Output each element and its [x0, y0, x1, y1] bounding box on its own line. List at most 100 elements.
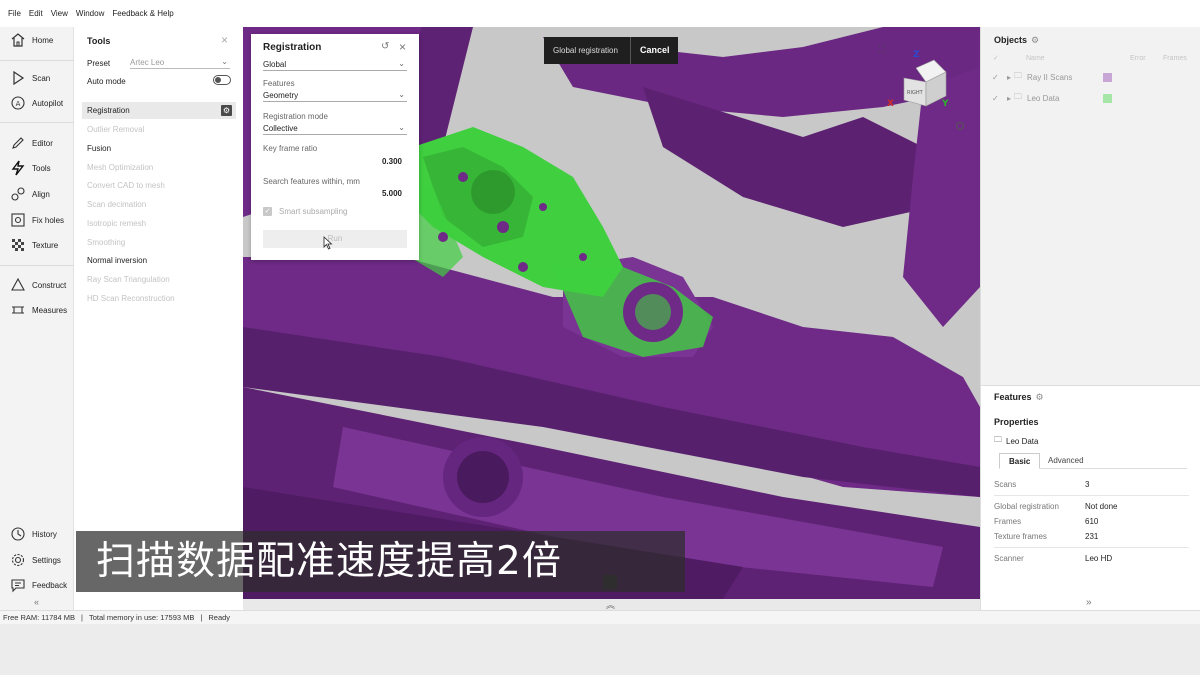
menu-view[interactable]: View — [47, 9, 72, 18]
video-subtitle: 扫描数据配准速度提高2倍 — [76, 531, 685, 592]
axis-z-label: Z — [913, 50, 920, 60]
expand-icon[interactable]: ▸ — [1007, 94, 1011, 103]
object-row[interactable]: ✓ ▸ 🗀 Leo Data — [981, 88, 1200, 108]
nav-settings[interactable]: Settings — [0, 549, 74, 571]
tool-convert-cad: Convert CAD to mesh — [87, 181, 165, 190]
global-registration-banner: Global registration Cancel — [544, 37, 678, 64]
visibility-column-icon: ✓ — [993, 55, 999, 62]
folder-icon: 🗀 — [994, 435, 1002, 444]
column-name[interactable]: Name — [1026, 55, 1045, 62]
axis-x-label: X — [887, 99, 894, 109]
nav-texture[interactable]: Texture — [0, 234, 74, 256]
nav-autopilot[interactable]: A Autopilot — [0, 92, 74, 114]
preset-select[interactable]: Artec Leo ⌄ — [130, 57, 230, 69]
column-frames[interactable]: Frames — [1163, 55, 1187, 62]
tool-smoothing: Smoothing — [87, 238, 126, 247]
expand-icon[interactable]: ▸ — [1007, 73, 1011, 82]
tool-registration[interactable]: Registration ⚙ — [82, 102, 236, 119]
object-row[interactable]: ✓ ▸ 🗀 Ray II Scans — [981, 67, 1200, 87]
cancel-button[interactable]: Cancel — [630, 37, 678, 64]
property-value: 231 — [1085, 532, 1099, 541]
gear-icon[interactable]: ⚙ — [221, 105, 232, 116]
menu-feedback-help[interactable]: Feedback & Help — [108, 9, 177, 18]
property-divider — [994, 495, 1189, 496]
lightning-icon — [9, 160, 26, 177]
collapse-left-icon[interactable]: « — [34, 597, 39, 607]
tools-title: Tools — [87, 36, 111, 46]
preset-label: Preset — [87, 59, 111, 68]
checkmark-icon[interactable]: ✓ — [992, 94, 999, 103]
tab-basic[interactable]: Basic — [999, 453, 1041, 469]
features-label: Features — [263, 79, 295, 88]
tool-scan-decimation: Scan decimation — [87, 200, 147, 209]
smart-subsampling-checkbox[interactable]: ✓ Smart subsampling — [263, 207, 347, 216]
axis-y-label: Y — [941, 99, 949, 109]
mouse-cursor-icon — [323, 236, 333, 250]
properties-tabs: Basic Advanced — [999, 453, 1187, 469]
status-bar: Free RAM: 11784 MB | Total memory in use:… — [0, 610, 1200, 624]
nav-history[interactable]: History — [0, 523, 74, 545]
chevron-down-icon: ⌄ — [398, 90, 405, 99]
folder-icon: 🗀 — [1014, 71, 1022, 80]
tab-advanced[interactable]: Advanced — [1039, 453, 1093, 469]
nav-fix-holes[interactable]: Fix holes — [0, 209, 74, 231]
nav-editor[interactable]: Editor — [0, 132, 74, 154]
tool-hd-scan-reconstruction: HD Scan Reconstruction — [87, 294, 175, 303]
tool-fusion[interactable]: Fusion — [82, 140, 236, 157]
property-value: Not done — [1085, 502, 1118, 511]
nav-measures[interactable]: Measures — [0, 299, 74, 321]
close-icon[interactable]: × — [221, 33, 228, 47]
registration-type-select[interactable]: Global ⌄ — [263, 59, 407, 71]
menu-edit[interactable]: Edit — [25, 9, 47, 18]
tool-outlier-removal: Outlier Removal — [87, 125, 145, 134]
nav-divider — [0, 265, 74, 266]
checkerboard-icon — [9, 237, 26, 254]
menu-window[interactable]: Window — [72, 9, 108, 18]
search-features-input[interactable]: 5.000 — [351, 189, 402, 198]
gear-icon[interactable]: ⚙ — [1031, 35, 1039, 45]
run-button[interactable]: Run — [263, 230, 407, 248]
nav-construct[interactable]: Construct — [0, 274, 74, 296]
auto-mode-toggle[interactable] — [213, 75, 231, 85]
orientation-cube[interactable]: ⛶ RIGHT Z X Y — [876, 40, 972, 130]
search-features-label: Search features within, mm — [263, 177, 360, 186]
registration-dialog: Registration ↺ × Global ⌄ Features Geome… — [251, 34, 419, 260]
close-icon[interactable]: × — [399, 40, 406, 54]
status-text: Ready — [208, 613, 231, 622]
property-value: 610 — [1085, 517, 1099, 526]
properties-title: Properties — [994, 417, 1039, 427]
nav-scan[interactable]: Scan — [0, 67, 74, 89]
reset-icon[interactable]: ↺ — [381, 41, 389, 52]
nav-align[interactable]: Align — [0, 183, 74, 205]
nav-divider — [0, 60, 74, 61]
svg-text:⛶: ⛶ — [878, 44, 886, 55]
tool-ray-scan-triangulation: Ray Scan Triangulation — [87, 275, 170, 284]
nav-feedback[interactable]: Feedback — [0, 574, 74, 596]
property-key: Global registration — [994, 502, 1059, 511]
tool-normal-inversion[interactable]: Normal inversion — [82, 252, 236, 269]
objects-column-header: ✓ Name Error Frames — [981, 52, 1200, 66]
collapse-right-icon[interactable]: » — [1086, 597, 1092, 608]
objects-panel: Objects ⚙ ✓ Name Error Frames ✓ ▸ 🗀 Ray I… — [980, 27, 1200, 385]
chat-icon — [9, 577, 26, 594]
viewport-bottom-bar: ︽ — [243, 599, 980, 610]
column-error[interactable]: Error — [1130, 55, 1146, 62]
gear-icon[interactable]: ⚙ — [1036, 392, 1044, 402]
nav-home[interactable]: Home — [0, 29, 74, 51]
checkmark-icon[interactable]: ✓ — [992, 73, 999, 82]
menu-file[interactable]: File — [4, 9, 25, 18]
nav-tools[interactable]: Tools — [0, 157, 74, 179]
property-key: Frames — [994, 517, 1022, 526]
property-key: Scans — [994, 480, 1017, 489]
triangle-icon — [9, 277, 26, 294]
play-icon — [9, 70, 26, 87]
key-frame-ratio-input[interactable]: 0.300 — [351, 157, 402, 166]
align-icon — [9, 186, 26, 203]
features-select[interactable]: Geometry ⌄ — [263, 90, 407, 102]
registration-mode-select[interactable]: Collective ⌄ — [263, 123, 407, 135]
left-nav: Home Scan A Autopilot Editor Tools Align… — [0, 27, 74, 610]
folder-icon: 🗀 — [1014, 92, 1022, 101]
color-swatch[interactable] — [1103, 72, 1112, 82]
menu-bar: File Edit View Window Feedback & Help — [0, 0, 1200, 27]
color-swatch[interactable] — [1103, 93, 1112, 103]
